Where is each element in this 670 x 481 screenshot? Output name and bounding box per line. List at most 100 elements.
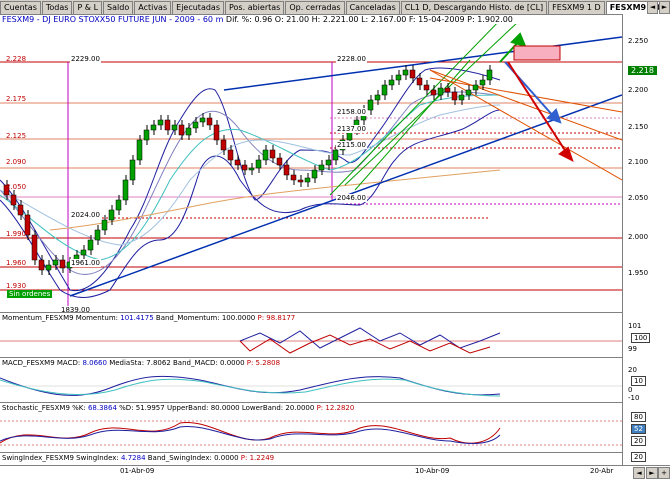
scroll-left-button[interactable]: ◄ [633, 467, 645, 479]
tab-5[interactable]: Ejecutadas [172, 1, 224, 14]
candle-body [304, 177, 311, 183]
tab-1[interactable]: Todas [41, 1, 73, 14]
candle-body [332, 149, 339, 161]
stochastic-panel[interactable]: Stochastic_FESXM9 %K: 68.3864 %D: 51.995… [0, 402, 622, 453]
candle-body [486, 69, 493, 81]
tab-7[interactable]: Op. cerradas [285, 1, 345, 14]
candle-body [38, 259, 45, 271]
scroll-right-button[interactable]: ► [646, 467, 658, 479]
macd-axis-tick: 20 [628, 366, 637, 374]
candle-body [94, 229, 101, 241]
main-chart[interactable] [0, 24, 622, 316]
candle-body [465, 89, 472, 96]
momentum-panel[interactable]: Momentum_FESXM9 Momentum: 101.4175 Band_… [0, 312, 622, 358]
tab-9[interactable]: CL1 D, Descargando Histo. de [CL] [400, 1, 548, 14]
candle-body [52, 259, 59, 266]
tab-6[interactable]: Pos. abiertas [225, 1, 285, 14]
candle-body [101, 219, 108, 231]
current-price-badge: 2.218 [628, 66, 657, 75]
candle-body [80, 249, 87, 256]
candle-body [122, 179, 129, 201]
price-annotation: 2158.00 [336, 108, 367, 116]
tab-prev-button[interactable]: ◄ [647, 1, 658, 14]
price-tick: 1.950 [628, 269, 649, 277]
zoom-button[interactable]: + [658, 467, 670, 479]
candle-body [185, 127, 192, 136]
candle-body [241, 164, 248, 171]
candle-body [367, 99, 374, 111]
tab-10[interactable]: FESXM9 1 D [548, 1, 605, 14]
level-label: 1.930 [6, 282, 27, 290]
candle-body [388, 79, 395, 86]
candle-body [472, 84, 479, 91]
candle-body [430, 89, 437, 96]
level-label: 2.050 [6, 183, 27, 191]
candle-body [227, 149, 234, 161]
tab-3[interactable]: Saldo [103, 1, 134, 14]
tab-2[interactable]: P & L [73, 1, 103, 14]
support-resistance-lines [0, 61, 622, 291]
price-tick: 2.250 [628, 37, 649, 45]
candlesticks [3, 65, 493, 275]
momentum-axis-tick: 99 [628, 345, 637, 353]
price-tick: 2.150 [628, 123, 649, 131]
candle-body [409, 69, 416, 79]
date-label: 01-Abr-09 [120, 467, 155, 475]
tab-next-button[interactable]: ► [659, 1, 670, 14]
symbol-stats: Dif. %: 0.96 O: 21.00 H: 2.221.00 L: 2.1… [225, 15, 513, 24]
candle-body [10, 194, 17, 206]
candle-body [290, 174, 297, 181]
momentum-axis-tick: 101 [628, 322, 642, 330]
tab-4[interactable]: Activas [134, 1, 172, 14]
date-axis[interactable] [0, 465, 670, 481]
price-annotation: 2137.00 [336, 125, 367, 133]
moving-averages [0, 94, 501, 261]
candle-body [234, 159, 241, 166]
momentum-value-badge: 100 [631, 333, 651, 343]
date-label: 10-Abr-09 [415, 467, 450, 475]
tab-0[interactable]: Cuentas [0, 1, 41, 14]
candle-body [206, 117, 213, 126]
candle-body [262, 149, 269, 161]
macd-chart [0, 375, 622, 397]
stochastic-value-badge: 52 [631, 424, 646, 434]
candle-body [31, 234, 38, 261]
price-tick: 2.050 [628, 194, 649, 202]
candle-body [199, 117, 206, 123]
price-annotation: 2228.00 [336, 55, 367, 63]
candle-body [381, 84, 388, 96]
level-label: 2.090 [6, 158, 27, 166]
tab-bar: Cuentas Todas P & L Saldo Activas Ejecutadas P… [0, 0, 670, 15]
macd-value-badge: 10 [631, 376, 646, 386]
tab-nav: ◄ ► [646, 1, 670, 14]
candle-body [171, 124, 178, 131]
candle-body [269, 149, 276, 159]
candle-body [479, 79, 486, 86]
price-tick: 2.100 [628, 158, 649, 166]
candle-body [402, 69, 409, 76]
candle-body [423, 84, 430, 91]
price-annotation: 1961.00 [70, 259, 101, 267]
candle-body [192, 121, 199, 129]
candle-body [220, 139, 227, 151]
level-label: 1.990 [6, 230, 27, 238]
candle-body [458, 94, 465, 101]
swingindex-panel[interactable]: SwingIndex_FESXM9 SwingIndex: 4.7284 Ban… [0, 452, 622, 466]
candle-body [444, 87, 451, 93]
candle-body [164, 119, 171, 131]
candle-body [297, 179, 304, 183]
target-zone [513, 45, 561, 61]
candle-body [248, 167, 255, 171]
macd-panel[interactable]: MACD_FESXM9 MACD: 8.0660 MediaSta: 7.806… [0, 357, 622, 403]
macd-axis-tick: -10 [628, 394, 640, 402]
candle-body [45, 264, 52, 271]
tab-8[interactable]: Canceladas [345, 1, 400, 14]
candle-body [318, 164, 325, 171]
price-tick: 2.200 [628, 86, 649, 94]
candle-body [283, 164, 290, 176]
no-orders-badge[interactable]: Sin ordenes [7, 290, 53, 298]
price-tick: 2.000 [628, 233, 649, 241]
candle-body [129, 159, 136, 181]
level-label: 2.175 [6, 95, 27, 103]
trend-lines [69, 36, 622, 297]
